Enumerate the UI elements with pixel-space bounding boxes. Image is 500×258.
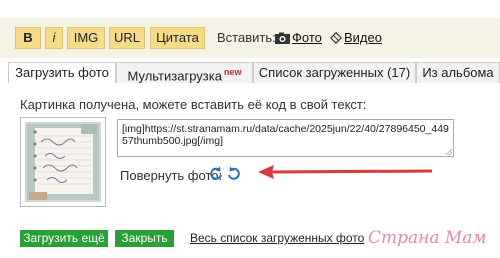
- new-badge: new: [223, 67, 242, 77]
- close-button[interactable]: Закрыть: [115, 230, 174, 247]
- site-watermark: Страна Мам: [368, 228, 487, 248]
- editor-toolbar: B i IMG URL Цитата Вставить: Фото Видео: [0, 18, 500, 58]
- img-button[interactable]: IMG: [67, 27, 105, 49]
- tab-upload-photo[interactable]: Загрузить фото: [8, 62, 116, 83]
- tab-uploaded-list[interactable]: Список загруженных (17): [253, 62, 416, 83]
- rotate-photo-label: Повернуть фото:: [120, 168, 223, 183]
- rotate-right-icon[interactable]: [227, 166, 241, 180]
- quote-button[interactable]: Цитата: [150, 27, 205, 49]
- insert-label: Вставить:: [217, 30, 276, 45]
- insert-photo-label: Фото: [292, 30, 322, 45]
- image-code-value: [img]https://st.stranamam.ru/data/cache/…: [122, 123, 449, 147]
- tab-multi-upload[interactable]: Мультизагрузка new: [116, 62, 253, 83]
- rotate-left-icon[interactable]: [209, 166, 223, 180]
- insert-video-label: Видео: [344, 30, 382, 45]
- image-code-textarea[interactable]: [img]https://st.stranamam.ru/data/cache/…: [117, 119, 454, 157]
- insert-photo-link[interactable]: Фото: [275, 30, 322, 45]
- url-button[interactable]: URL: [109, 27, 145, 49]
- upload-tabs: Загрузить фото Мультизагрузка new Список …: [8, 62, 500, 83]
- uploaded-photo-thumbnail: [20, 117, 106, 207]
- tab-multi-upload-label: Мультизагрузка: [127, 68, 222, 84]
- upload-more-button[interactable]: Загрузить ещё: [20, 230, 108, 247]
- camera-icon: [275, 32, 290, 44]
- resize-handle-icon[interactable]: [445, 148, 452, 155]
- insert-video-link[interactable]: Видео: [329, 30, 382, 45]
- tab-from-album[interactable]: Из альбома: [416, 62, 500, 83]
- bold-button[interactable]: B: [15, 27, 41, 49]
- red-arrow-annotation: [258, 165, 433, 179]
- all-uploaded-photos-link[interactable]: Весь список загруженных фото: [190, 231, 364, 245]
- upload-success-message: Картинка получена, можете вставить её ко…: [20, 97, 367, 112]
- italic-button[interactable]: i: [45, 27, 63, 49]
- diamond-icon: [329, 31, 343, 45]
